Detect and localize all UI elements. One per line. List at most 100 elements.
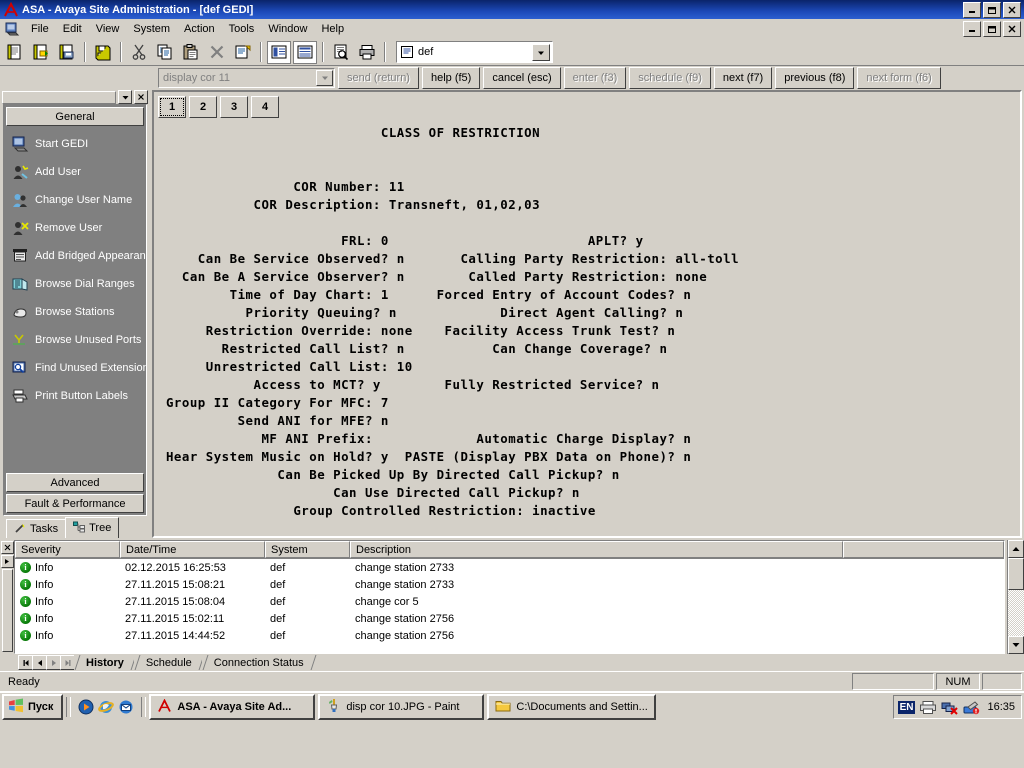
network-disconnected-icon[interactable] (941, 700, 959, 715)
close-icon[interactable] (134, 90, 148, 104)
save-as-icon[interactable] (55, 41, 79, 64)
terminal-screen[interactable]: CLASS OF RESTRICTION COR Number: 11 COR … (154, 119, 1020, 536)
enter-button[interactable]: enter (f3) (563, 67, 627, 89)
printer-icon[interactable] (919, 700, 937, 715)
chevron-down-icon[interactable] (316, 70, 333, 86)
menu-help[interactable]: Help (314, 21, 351, 37)
save-all-icon[interactable] (91, 41, 115, 64)
sidebar-item-change-user-name[interactable]: Change User Name (4, 186, 146, 214)
scroll-up-icon[interactable] (1008, 540, 1024, 558)
gedi-doc-icon[interactable] (4, 21, 20, 37)
taskbar-item-paint[interactable]: disp cor 10.JPG - Paint (318, 694, 485, 720)
details-view-icon[interactable] (293, 40, 317, 64)
column-header-severity[interactable]: Severity (15, 541, 120, 558)
mdi-restore-button[interactable] (983, 20, 1001, 37)
restore-button[interactable] (983, 1, 1001, 18)
minimize-button[interactable] (963, 1, 981, 18)
nav-last-button[interactable] (60, 655, 75, 670)
sidebar-group-advanced[interactable]: Advanced (6, 473, 144, 492)
new-icon[interactable] (3, 41, 27, 64)
scrollbar-track[interactable] (1008, 590, 1024, 636)
delete-icon[interactable] (205, 41, 229, 64)
sidebar-group-fault-performance[interactable]: Fault & Performance (6, 494, 144, 513)
sidebar-item-add-bridged-appearance[interactable]: Add Bridged Appearan (4, 242, 146, 270)
send-button[interactable]: send (return) (338, 67, 419, 89)
clock[interactable]: 16:35 (985, 701, 1017, 713)
chevron-down-icon[interactable] (118, 90, 132, 104)
page-tab-2[interactable]: 2 (189, 96, 217, 118)
table-row[interactable]: i Info 27.11.2015 15:08:04 def change cor 5 (15, 593, 1004, 610)
sidebar-item-add-user[interactable]: Add User (4, 158, 146, 186)
tab-connection-status[interactable]: Connection Status (201, 655, 314, 670)
table-row[interactable]: i Info 02.12.2015 16:25:53 def change statio… (15, 559, 1004, 576)
sidebar-group-general[interactable]: General (6, 107, 144, 126)
menu-file[interactable]: File (24, 21, 56, 37)
mdi-minimize-button[interactable] (963, 20, 981, 37)
scroll-down-icon[interactable] (1008, 636, 1024, 654)
next-button[interactable]: next (f7) (713, 67, 773, 89)
tab-tree[interactable]: Tree (65, 517, 120, 538)
internet-explorer-icon[interactable] (98, 699, 115, 715)
log-scrollbar[interactable] (1007, 540, 1024, 654)
page-tab-3[interactable]: 3 (220, 96, 248, 118)
copy-icon[interactable] (153, 41, 177, 64)
taskbar-item-asa[interactable]: ASA - Avaya Site Ad... (149, 694, 316, 720)
page-tab-4[interactable]: 4 (251, 96, 279, 118)
previous-button[interactable]: previous (f8) (775, 67, 855, 89)
nav-previous-button[interactable] (32, 655, 47, 670)
tab-schedule[interactable]: Schedule (133, 655, 202, 670)
sidebar-item-browse-dial-ranges[interactable]: Browse Dial Ranges (4, 270, 146, 298)
sidebar-item-find-unused-extension[interactable]: Find Unused Extension (4, 354, 146, 382)
page-tab-1[interactable]: 1 (158, 96, 186, 118)
column-header-blank[interactable] (843, 541, 1004, 558)
menu-system[interactable]: System (126, 21, 177, 37)
open-icon[interactable] (29, 41, 53, 64)
nav-first-button[interactable] (18, 655, 33, 670)
paste-icon[interactable] (179, 41, 203, 64)
cancel-button[interactable]: cancel (esc) (483, 67, 561, 89)
command-input[interactable]: display cor 11 (158, 68, 335, 88)
chevron-right-icon[interactable] (0, 555, 14, 568)
media-player-icon[interactable] (78, 699, 94, 715)
next-form-button[interactable]: next form (f6) (857, 67, 941, 89)
menu-tools[interactable]: Tools (222, 21, 262, 37)
list-view-icon[interactable] (267, 40, 291, 64)
schedule-button[interactable]: schedule (f9) (629, 67, 711, 89)
taskbar-item-explorer[interactable]: C:\Documents and Settin... (487, 694, 656, 720)
table-row[interactable]: i Info 27.11.2015 15:02:11 def change statio… (15, 610, 1004, 627)
menu-action[interactable]: Action (177, 21, 222, 37)
scrollbar-thumb[interactable] (1008, 558, 1024, 590)
chevron-down-icon[interactable] (532, 44, 550, 61)
column-header-description[interactable]: Description (350, 541, 843, 558)
print-preview-icon[interactable] (329, 41, 353, 64)
safely-remove-icon[interactable] (963, 700, 981, 715)
start-button[interactable]: Пуск (2, 694, 64, 720)
menu-window[interactable]: Window (261, 21, 314, 37)
sidebar-item-remove-user[interactable]: Remove User (4, 214, 146, 242)
system-selector-combo[interactable]: def (396, 41, 553, 63)
cut-icon[interactable] (127, 41, 151, 64)
sidebar-item-start-gedi[interactable]: Start GEDI (4, 130, 146, 158)
sidebar-item-print-button-labels[interactable]: Print Button Labels (4, 382, 146, 410)
log-pane-grip[interactable] (1, 569, 13, 652)
close-icon[interactable] (1003, 1, 1021, 18)
close-icon[interactable] (0, 541, 14, 554)
help-button[interactable]: help (f5) (421, 67, 481, 89)
column-header-system[interactable]: System (265, 541, 350, 558)
table-row[interactable]: i Info 27.11.2015 15:08:21 def change statio… (15, 576, 1004, 593)
tab-history[interactable]: History (74, 655, 134, 670)
column-header-datetime[interactable]: Date/Time (120, 541, 265, 558)
sidebar-item-browse-stations[interactable]: Browse Stations (4, 298, 146, 326)
outlook-express-icon[interactable] (118, 699, 134, 715)
print-icon[interactable] (355, 41, 379, 64)
table-row[interactable]: i Info 27.11.2015 14:44:52 def change statio… (15, 627, 1004, 644)
sidebar-grip[interactable] (2, 90, 116, 104)
nav-next-button[interactable] (46, 655, 61, 670)
menu-edit[interactable]: Edit (56, 21, 89, 37)
menu-view[interactable]: View (89, 21, 127, 37)
sidebar-item-browse-unused-ports[interactable]: Browse Unused Ports (4, 326, 146, 354)
mdi-close-icon[interactable] (1003, 20, 1021, 37)
properties-icon[interactable] (231, 41, 255, 64)
tab-tasks[interactable]: Tasks (6, 519, 67, 538)
language-indicator[interactable]: EN (897, 700, 916, 714)
